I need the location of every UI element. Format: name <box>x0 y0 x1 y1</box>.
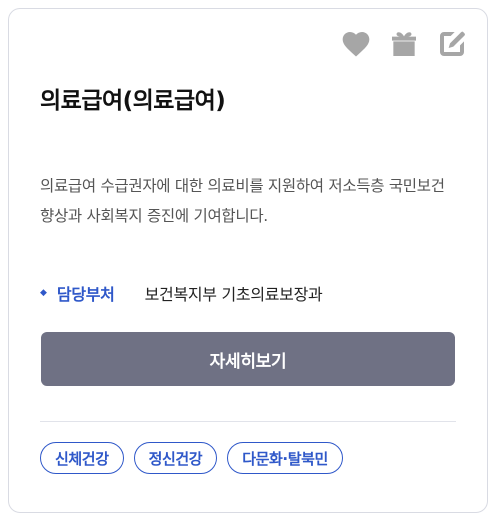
department-value: 보건복지부 기초의료보장과 <box>144 285 323 304</box>
tag-multicultural-defector[interactable]: 다문화·탈북민 <box>227 442 343 474</box>
department-label: 담당부처 <box>56 285 115 304</box>
diamond-bullet-icon: ◆ <box>40 288 47 298</box>
card-title: 의료급여(의료급여) <box>40 88 226 114</box>
department-row: ◆ 담당부처 보건복지부 기초의료보장과 <box>40 281 323 305</box>
benefit-card: 의료급여(의료급여) 의료급여 수급권자에 대한 의료비를 지원하여 저소득층 … <box>8 8 488 513</box>
detail-button[interactable]: 자세히보기 <box>41 332 455 386</box>
tag-physical-health[interactable]: 신체건강 <box>40 442 124 474</box>
tag-list: 신체건강 정신건강 다문화·탈북민 <box>40 442 343 474</box>
edit-button[interactable] <box>435 27 469 61</box>
heart-icon <box>342 32 370 57</box>
gift-icon <box>392 32 416 56</box>
card-actions <box>339 27 469 61</box>
edit-icon <box>440 31 465 56</box>
tag-mental-health[interactable]: 정신건강 <box>133 442 218 474</box>
favorite-button[interactable] <box>339 27 373 61</box>
gift-button[interactable] <box>387 27 421 61</box>
card-description: 의료급여 수급권자에 대한 의료비를 지원하여 저소득층 국민보건 향상과 사회… <box>40 177 445 225</box>
divider <box>40 421 456 422</box>
